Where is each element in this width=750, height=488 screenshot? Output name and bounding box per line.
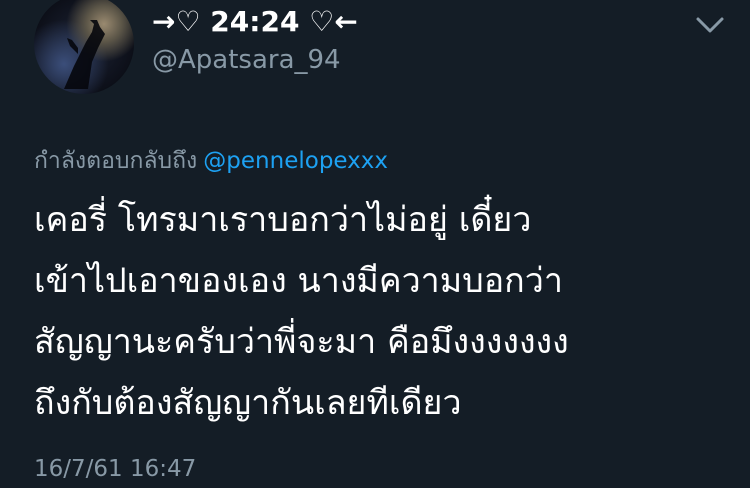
tweet-text-line: เคอรี่ โทรมาเราบอกว่าไม่อยู่ เดี๋ยว xyxy=(34,200,532,240)
tweet-text-line: เข้าไปเอาของเอง นางมีความบอกว่า xyxy=(34,261,563,301)
tweet-timestamp[interactable]: 16/7/61 16:47 xyxy=(34,450,196,488)
tweet-text: เคอรี่ โทรมาเราบอกว่าไม่อยู่ เดี๋ยว เข้า… xyxy=(34,190,724,434)
avatar[interactable] xyxy=(34,0,134,94)
reply-mention-link[interactable]: @pennelopexxx xyxy=(203,148,388,174)
tweet: →♡ 24:24 ♡← @Apatsara_94 กำลังตอบกลับถึง… xyxy=(0,0,750,488)
reply-context: กำลังตอบกลับถึง @pennelopexxx xyxy=(34,144,388,178)
display-name[interactable]: →♡ 24:24 ♡← xyxy=(152,2,358,42)
chevron-down-icon[interactable] xyxy=(692,10,728,40)
avatar-image xyxy=(64,20,105,89)
reply-prefix: กำลังตอบกลับถึง xyxy=(34,148,198,174)
tweet-text-line: สัญญานะครับว่าพี่จะมา คือมึงงงงงงง xyxy=(34,322,569,362)
user-handle[interactable]: @Apatsara_94 xyxy=(152,42,341,78)
tweet-text-line: ถึงกับต้องสัญญากันเลยทีเดียว xyxy=(34,383,462,423)
